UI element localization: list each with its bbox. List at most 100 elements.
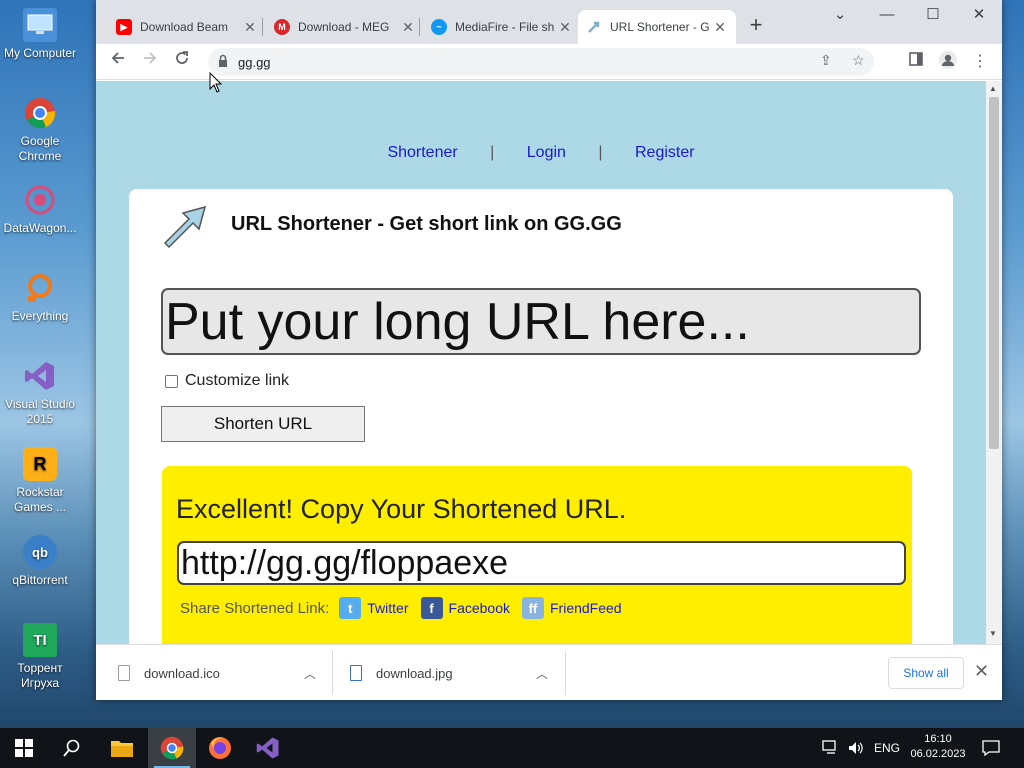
volume-icon[interactable] xyxy=(848,728,864,768)
shortener-card: URL Shortener - Get short link on GG.GG … xyxy=(129,189,953,644)
system-clock[interactable]: 16:10 06.02.2023 xyxy=(908,732,968,762)
desktop-icon-label: Everything xyxy=(11,309,69,323)
tab-title: Download - MEG xyxy=(298,20,390,34)
minimize-button[interactable]: — xyxy=(864,4,910,28)
start-button[interactable] xyxy=(0,728,48,768)
share-row: Share Shortened Link: t Twitter f Facebo… xyxy=(180,597,634,619)
address-bar[interactable]: gg.gg ⇪ ☆ xyxy=(208,48,874,76)
network-icon[interactable] xyxy=(822,728,840,768)
browser-window: ▶ Download Beam ✕ M Download - MEG ✕ ~ M… xyxy=(96,0,1002,700)
desktop-icon-my-computer[interactable]: My Computer xyxy=(0,8,80,61)
share-friendfeed-link[interactable]: ff FriendFeed xyxy=(522,597,622,619)
chevron-up-icon[interactable]: ︿ xyxy=(536,665,548,682)
tab-url-shortener[interactable]: URL Shortener - G ✕ xyxy=(578,10,736,44)
close-icon[interactable]: ✕ xyxy=(712,19,728,36)
chrome-icon xyxy=(160,736,184,760)
tab-mediafire[interactable]: ~ MediaFire - File sh ✕ xyxy=(423,10,581,44)
tab-search-icon[interactable]: ⌄ xyxy=(817,4,863,28)
nav-link-login[interactable]: Login xyxy=(527,144,566,162)
back-icon[interactable] xyxy=(106,50,130,74)
show-all-button[interactable]: Show all xyxy=(888,657,964,689)
site-nav: Shortener | Login | Register xyxy=(96,144,986,162)
desktop-icon-qbittorrent[interactable]: qb qBittorrent xyxy=(0,535,80,588)
share-link-label: Facebook xyxy=(448,600,510,616)
visual-studio-icon xyxy=(23,359,57,393)
youtube-icon: ▶ xyxy=(116,19,132,35)
share-facebook-link[interactable]: f Facebook xyxy=(420,597,510,619)
shorten-url-button[interactable]: Shorten URL xyxy=(161,406,365,442)
download-filename: download.ico xyxy=(144,665,220,681)
desktop-icon-label: qBittorrent xyxy=(12,573,68,587)
menu-kebab-icon[interactable]: ⋮ xyxy=(968,50,992,74)
new-tab-button[interactable]: + xyxy=(744,14,768,38)
long-url-input[interactable] xyxy=(161,288,921,355)
mouse-cursor-icon xyxy=(209,71,223,94)
profile-avatar-icon[interactable] xyxy=(936,50,960,74)
scrollbar-thumb[interactable] xyxy=(989,97,999,449)
address-text: gg.gg xyxy=(238,55,271,70)
downloads-divider xyxy=(332,651,333,695)
desktop-icon-rockstar[interactable]: R Rockstar Games ... xyxy=(0,447,80,515)
scroll-up-arrow-icon[interactable]: ▲ xyxy=(989,84,997,93)
close-icon[interactable]: ✕ xyxy=(400,19,416,36)
desktop-icon-torrent-igruha[interactable]: TI Торрент Игруха xyxy=(0,623,80,691)
tab-mega[interactable]: M Download - MEG ✕ xyxy=(266,10,424,44)
site-logo-arrow-icon xyxy=(159,203,209,253)
download-item[interactable]: download.ico ︿ xyxy=(118,645,328,700)
tab-youtube[interactable]: ▶ Download Beam ✕ xyxy=(108,10,266,44)
close-icon[interactable]: ✕ xyxy=(557,19,573,36)
windows-logo-icon xyxy=(15,739,33,757)
scroll-down-arrow-icon[interactable]: ▼ xyxy=(989,629,997,638)
reload-icon[interactable] xyxy=(170,50,194,74)
share-icon[interactable]: ⇪ xyxy=(820,52,832,69)
qbittorrent-icon: qb xyxy=(23,535,57,569)
taskbar-file-explorer[interactable] xyxy=(98,728,146,768)
customize-link-checkbox[interactable] xyxy=(165,374,178,388)
desktop-icon-google-chrome[interactable]: Google Chrome xyxy=(0,96,80,164)
result-headline: Excellent! Copy Your Shortened URL. xyxy=(176,494,627,524)
twitter-icon: t xyxy=(339,597,362,619)
taskbar-visual-studio[interactable] xyxy=(244,728,292,768)
clock-date: 06.02.2023 xyxy=(910,748,966,760)
lock-icon[interactable] xyxy=(218,54,228,68)
search-icon xyxy=(63,739,80,757)
download-item[interactable]: download.jpg ︿ xyxy=(350,645,560,700)
share-link-label: Twitter xyxy=(367,600,409,616)
close-icon[interactable]: ✕ xyxy=(242,19,258,36)
result-panel: Excellent! Copy Your Shortened URL. http… xyxy=(162,466,912,644)
friendfeed-icon: ff xyxy=(522,597,544,619)
computer-icon xyxy=(23,8,57,42)
desktop-icon-visual-studio[interactable]: Visual Studio 2015 xyxy=(0,359,80,427)
tab-title: MediaFire - File sh xyxy=(455,20,555,34)
bookmark-star-icon[interactable]: ☆ xyxy=(852,52,865,69)
chevron-up-icon[interactable]: ︿ xyxy=(304,665,316,682)
desktop-icon-label: Visual Studio 2015 xyxy=(5,397,75,426)
page-heading: URL Shortener - Get short link on GG.GG xyxy=(231,213,622,235)
maximize-button[interactable]: ☐ xyxy=(910,4,956,28)
forward-icon[interactable] xyxy=(138,50,162,74)
tab-strip: ▶ Download Beam ✕ M Download - MEG ✕ ~ M… xyxy=(96,0,1002,44)
desktop-icon-datawagon[interactable]: DataWagon... xyxy=(0,183,80,236)
browser-toolbar: gg.gg ⇪ ☆ ⋮ xyxy=(96,44,1002,80)
page-scrollbar[interactable]: ▲ ▼ xyxy=(986,81,1002,644)
customize-link-option[interactable]: Customize link xyxy=(165,372,289,390)
language-indicator[interactable]: ENG xyxy=(874,728,900,768)
side-panel-icon[interactable] xyxy=(904,50,928,74)
taskbar: ENG 16:10 06.02.2023 xyxy=(0,728,1024,768)
file-icon xyxy=(118,665,130,681)
share-twitter-link[interactable]: t Twitter xyxy=(339,597,409,619)
notifications-icon[interactable] xyxy=(982,728,1000,768)
close-downloads-icon[interactable]: ✕ xyxy=(974,661,989,682)
nav-separator: | xyxy=(490,144,495,161)
nav-link-register[interactable]: Register xyxy=(635,144,695,162)
desktop-icon-label: My Computer xyxy=(3,46,77,60)
taskbar-search-button[interactable] xyxy=(48,728,96,768)
close-window-button[interactable]: ✕ xyxy=(956,4,1002,28)
nav-link-shortener[interactable]: Shortener xyxy=(387,144,457,162)
desktop-icon-everything[interactable]: Everything xyxy=(0,271,80,324)
taskbar-firefox[interactable] xyxy=(196,728,244,768)
desktop-icon-label: Торрент Игруха xyxy=(17,661,63,690)
tab-divider xyxy=(262,18,263,36)
short-url-field[interactable]: http://gg.gg/floppaexe xyxy=(177,541,906,585)
taskbar-chrome[interactable] xyxy=(148,728,196,768)
